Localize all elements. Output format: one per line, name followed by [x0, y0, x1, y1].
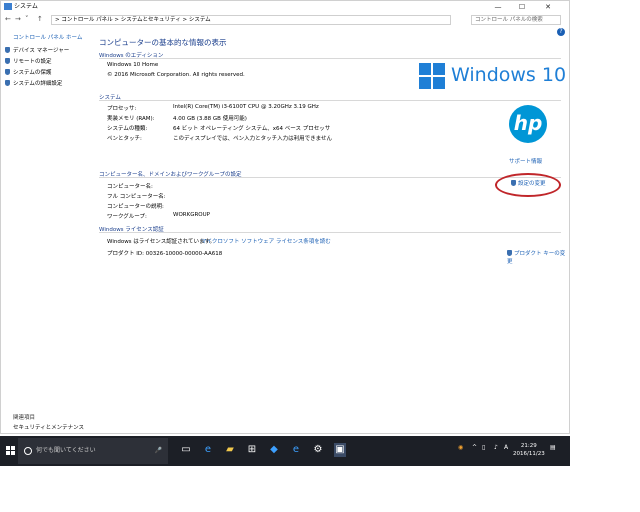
shield-icon [507, 250, 512, 256]
system-type-label: システムの種類: [107, 126, 148, 132]
up-arrow-icon[interactable]: ↑ [37, 15, 43, 23]
microphone-icon[interactable]: 🎤 [155, 438, 162, 464]
related-heading: 関連項目 [13, 415, 36, 421]
task-view-icon[interactable]: ▭ [180, 443, 192, 457]
copyright-text: © 2016 Microsoft Corporation. All rights… [107, 72, 245, 78]
license-terms-link[interactable]: マイクロソフト ソフトウェア ライセンス条項を読む [201, 237, 331, 245]
system-type-value: 64 ビット オペレーティング システム、x64 ベース プロセッサ [173, 126, 331, 132]
cortana-icon [24, 447, 32, 455]
minimize-button[interactable]: — [487, 1, 509, 13]
sidebar-item-label: システムの詳細設定 [13, 81, 63, 87]
computer-name-label: コンピューター名: [107, 184, 153, 190]
sidebar: コントロール パネル ホーム デバイス マネージャー リモートの設定 システムの… [1, 27, 93, 433]
windows-flag-icon [419, 63, 445, 89]
dropbox-icon[interactable]: ◆ [268, 443, 280, 457]
sidebar-item-device-manager[interactable]: デバイス マネージャー [5, 47, 69, 55]
help-icon[interactable]: ? [557, 28, 565, 36]
sidebar-home-link[interactable]: コントロール パネル ホーム [13, 33, 82, 41]
tray-app-icon[interactable]: ◉ [458, 444, 463, 451]
sidebar-item-protection[interactable]: システムの保護 [5, 69, 51, 77]
hp-logo: hp [509, 105, 547, 143]
tray-overflow-icon[interactable]: ^ [472, 444, 477, 451]
divider [99, 58, 561, 59]
control-panel-icon[interactable]: ⚙ [312, 443, 324, 457]
shield-icon [5, 80, 10, 86]
sidebar-item-label: リモートの設定 [13, 59, 52, 65]
sidebar-item-remote[interactable]: リモートの設定 [5, 58, 52, 66]
ie-icon[interactable]: e [290, 443, 302, 457]
address-bar[interactable]: > コントロール パネル > システムとセキュリティ > システム [51, 15, 451, 25]
ram-value: 4.00 GB (3.88 GB 使用可能) [173, 116, 247, 122]
main-content: コンピューターの基本的な情報の表示 Windows のエディション Window… [97, 27, 567, 433]
forward-arrow-icon[interactable]: → [15, 15, 21, 23]
network-icon[interactable]: ▯ [482, 444, 485, 451]
windows-logo-text: Windows 10 [451, 64, 567, 86]
notification-icon[interactable]: ▤ [550, 444, 556, 451]
processor-value: Intel(R) Core(TM) i3-6100T CPU @ 3.20GHz… [173, 104, 319, 110]
ime-indicator[interactable]: A [504, 444, 508, 451]
start-button[interactable] [6, 446, 16, 456]
support-link[interactable]: サポート情報 [509, 157, 542, 165]
edition-name: Windows 10 Home [107, 62, 159, 68]
windows-10-logo: Windows 10 [419, 63, 566, 89]
system-window: システム — ☐ ✕ ← → ˅ ↑ > コントロール パネル > システムとセ… [0, 0, 570, 434]
sidebar-item-label: システムの保護 [13, 70, 52, 76]
description-label: コンピューターの説明: [107, 204, 164, 210]
clock-time: 21:29 [520, 443, 537, 449]
maximize-button[interactable]: ☐ [511, 1, 533, 13]
ram-label: 実装メモリ (RAM): [107, 116, 155, 122]
workgroup-value: WORKGROUP [173, 212, 210, 218]
chevron-down-icon[interactable]: ˅ [25, 15, 29, 23]
sidebar-item-advanced[interactable]: システムの詳細設定 [5, 80, 62, 88]
taskbar-search-placeholder: 何でも聞いてください [36, 447, 96, 454]
processor-label: プロセッサ: [107, 106, 137, 112]
divider [99, 232, 561, 233]
shield-icon [5, 69, 10, 75]
volume-icon[interactable]: ♪ [494, 444, 498, 451]
workgroup-label: ワークグループ: [107, 214, 147, 220]
red-circle-annotation [495, 173, 561, 197]
system-window-icon[interactable]: ▣ [334, 443, 346, 457]
edge-icon[interactable]: e [202, 443, 214, 457]
pen-touch-label: ペンとタッチ: [107, 136, 142, 142]
security-maintenance-link[interactable]: セキュリティとメンテナンス [13, 423, 84, 431]
product-id: プロダクト ID: 00326-10000-00000-AA618 [107, 251, 223, 257]
page-title: コンピューターの基本的な情報の表示 [99, 38, 227, 47]
license-status: Windows はライセンス認証されています。 [107, 239, 215, 245]
system-icon [4, 3, 12, 10]
shield-icon [5, 58, 10, 64]
divider [99, 177, 561, 178]
full-name-label: フル コンピューター名: [107, 194, 166, 200]
search-input[interactable]: コントロール パネルの検索 [471, 15, 561, 25]
title-bar: システム — ☐ ✕ [1, 1, 569, 13]
clock[interactable]: 21:29 2016/11/23 [513, 442, 545, 458]
window-title: システム [14, 3, 38, 10]
divider [99, 100, 561, 101]
address-bar-row: ← → ˅ ↑ > コントロール パネル > システムとセキュリティ > システ… [1, 13, 569, 27]
back-arrow-icon[interactable]: ← [5, 15, 11, 23]
taskbar-search[interactable]: 何でも聞いてください 🎤 [18, 438, 168, 464]
taskbar: 何でも聞いてください 🎤 ▭ e ▰ ⊞ ◆ e ⚙ ▣ ◉ ^ ▯ ♪ A 2… [0, 436, 570, 466]
store-icon[interactable]: ⊞ [246, 443, 258, 457]
product-key-label: プロダクト キーの変更 [507, 251, 566, 265]
file-explorer-icon[interactable]: ▰ [224, 443, 236, 457]
clock-date: 2016/11/23 [513, 451, 545, 457]
shield-icon [5, 47, 10, 53]
sidebar-item-label: デバイス マネージャー [13, 48, 70, 54]
product-key-link[interactable]: プロダクト キーの変更 [507, 249, 567, 265]
close-button[interactable]: ✕ [537, 1, 559, 13]
pen-touch-value: このディスプレイでは、ペン入力とタッチ入力は利用できません [173, 136, 332, 142]
